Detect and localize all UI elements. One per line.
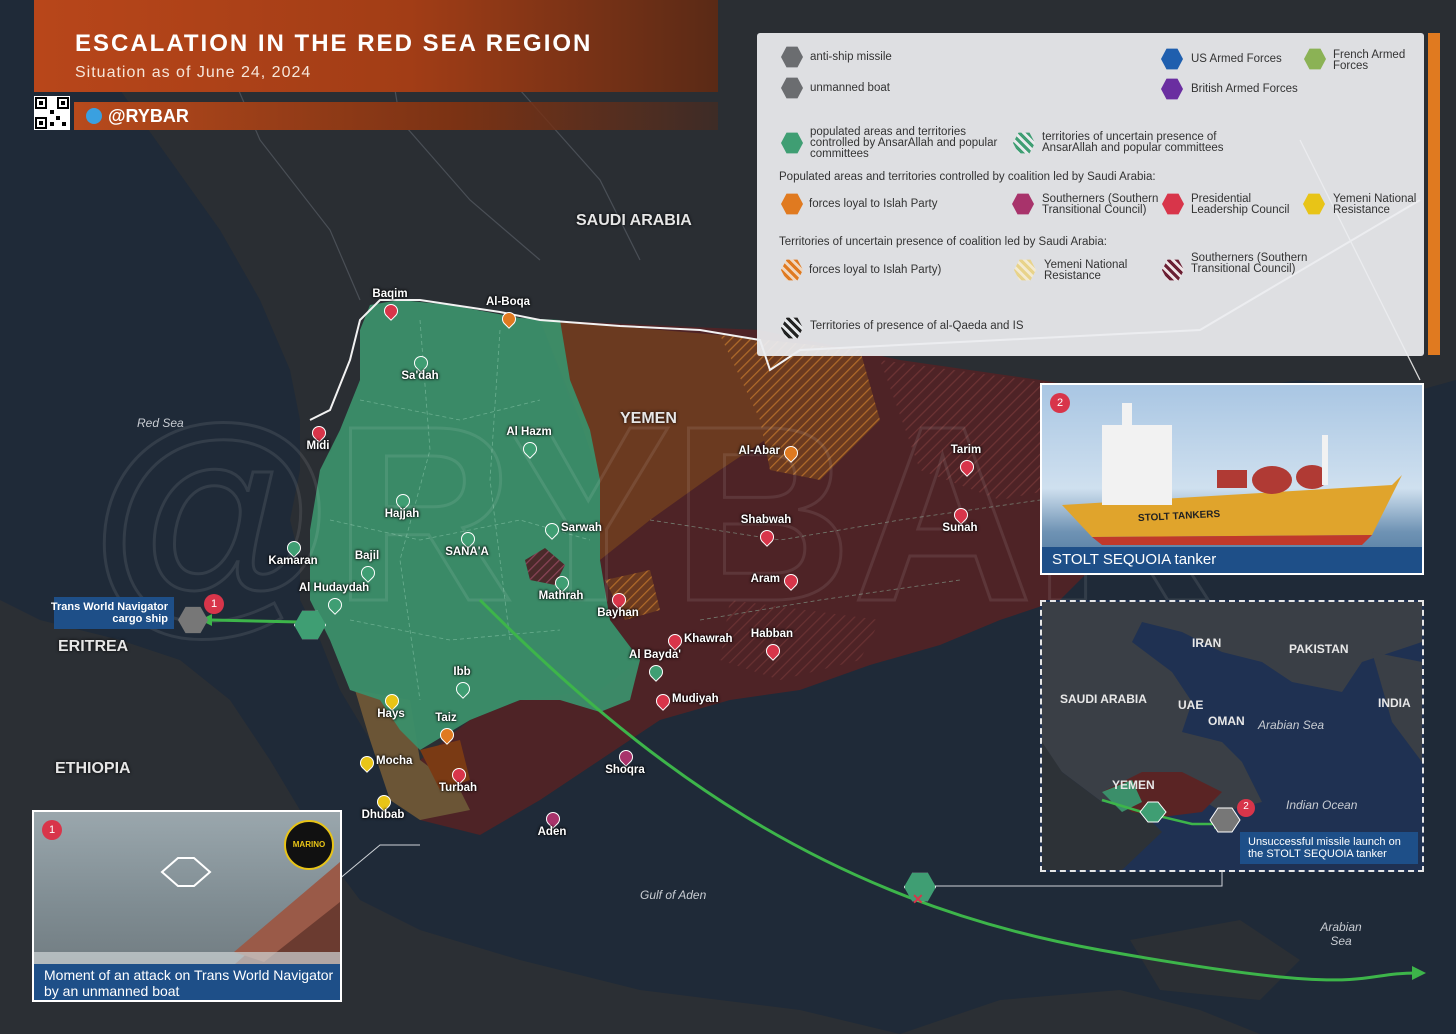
- sea-aden: Gulf of Aden: [640, 888, 707, 902]
- inset-map: IRAN PAKISTAN SAUDI ARABIA UAE OMAN Arab…: [1040, 600, 1424, 872]
- legend-aqap: Territories of presence of al-Qaeda and …: [810, 320, 1024, 332]
- city-label: Kamaran: [268, 555, 318, 567]
- city-label: Mudiyah: [672, 693, 719, 705]
- legend-ynr-uncertain: Yemeni National Resistance: [1044, 259, 1128, 282]
- unmanned-boat-icon: [294, 610, 326, 640]
- inset-route: [1101, 798, 1255, 833]
- city-label: SANA'A: [445, 546, 489, 558]
- ansar-uncertain-legend-icon: [1013, 132, 1035, 154]
- city-label: Dhubab: [361, 809, 405, 821]
- legend-islah-uncertain: forces loyal to Islah Party): [809, 264, 942, 276]
- city-label: Shabwah: [740, 514, 792, 526]
- ynr-legend-icon: [1303, 193, 1325, 215]
- sea-red: Red Sea: [137, 416, 184, 430]
- city-label: Turbah: [438, 782, 478, 794]
- city-label: Bayhan: [597, 607, 639, 619]
- boat-legend-icon: [781, 77, 803, 99]
- city-label: Al Hazm: [506, 426, 552, 438]
- stc-uncertain-legend-icon: [1162, 259, 1184, 281]
- city-label: Habban: [750, 628, 794, 640]
- ynr-uncertain-legend-icon: [1014, 259, 1036, 281]
- telegram-icon[interactable]: [86, 108, 102, 124]
- city-label: Tarim: [950, 444, 982, 456]
- city-label: Al Bayda': [629, 649, 681, 661]
- city-label: Hays: [377, 708, 405, 720]
- country-eritrea: ERITREA: [58, 638, 129, 655]
- inset-caption-box: Unsuccessful missile launch on the STOLT…: [1240, 832, 1418, 864]
- photo2-number: 2: [1050, 393, 1070, 413]
- city-label: Aden: [537, 826, 567, 838]
- marino-badge: MARINO: [284, 820, 334, 870]
- inset-caption: Unsuccessful missile launch on the STOLT…: [1248, 836, 1401, 860]
- boat-route: [211, 618, 301, 624]
- country-ethiopia: ETHIOPIA: [55, 760, 131, 777]
- city-label: Sa'dah: [401, 370, 439, 382]
- photo2-frame[interactable]: STOLT TANKERS 2 STOLT SEQUOIA tanker: [1040, 383, 1424, 575]
- sea-arabian: Arabian Sea: [1320, 920, 1362, 948]
- us-legend-icon: [1161, 48, 1183, 70]
- legend-boat: unmanned boat: [810, 82, 890, 94]
- tanker-photo: [1062, 403, 1402, 545]
- photo1-caption-bar: Moment of an attack on Trans World Navig…: [34, 964, 340, 1000]
- city-label: Ibb: [453, 666, 471, 678]
- photo2-caption-bar: STOLT SEQUOIA tanker: [1042, 547, 1422, 573]
- failed-x-icon: ✕: [912, 891, 924, 907]
- city-label: Midi: [306, 440, 330, 452]
- legend-french: French Armed Forces: [1333, 49, 1406, 72]
- city-label: Mocha: [376, 755, 413, 767]
- city-label: Shoqra: [605, 764, 645, 776]
- city-label: Aram: [750, 573, 780, 585]
- qr-code[interactable]: [34, 96, 70, 130]
- city-label: Taiz: [435, 712, 457, 724]
- city-label: Al-Boqa: [485, 296, 531, 308]
- legend-islah: forces loyal to Islah Party: [809, 198, 938, 210]
- legend-british: British Armed Forces: [1191, 83, 1298, 95]
- ship1-label-box: Trans World Navigator cargo ship: [51, 597, 174, 629]
- boat-event-icon[interactable]: [294, 610, 326, 640]
- country-yemen: YEMEN: [620, 410, 677, 427]
- missile-legend-icon: [781, 46, 803, 68]
- legend-ynr: Yemeni National Resistance: [1333, 193, 1417, 216]
- city-label: Hajjah: [384, 508, 420, 520]
- islah-legend-icon: [781, 193, 803, 215]
- accent-bar: [1428, 33, 1440, 355]
- country-saudi: SAUDI ARABIA: [576, 212, 692, 229]
- photo1-number: 1: [42, 820, 62, 840]
- photo1-caption: Moment of an attack on Trans World Navig…: [44, 967, 334, 999]
- legend-ansar-controlled: populated areas and territories controll…: [810, 126, 998, 160]
- ship1-label: Trans World Navigator cargo ship: [50, 601, 168, 625]
- legend-uncertain-header: Territories of uncertain presence of coa…: [779, 236, 1107, 248]
- photo1-frame[interactable]: 1 MARINO Moment of an attack on Trans Wo…: [32, 810, 342, 1002]
- city-label: Al Hudaydah: [298, 582, 370, 594]
- city-label: Sarwah: [561, 522, 602, 534]
- event1-number: 1: [204, 594, 224, 614]
- stc-legend-icon: [1012, 193, 1034, 215]
- telegram-handle[interactable]: @RYBAR: [108, 106, 189, 127]
- legend-us: US Armed Forces: [1191, 53, 1282, 65]
- city-label: Baqim: [372, 288, 408, 300]
- legend-plc: Presidential Leadership Council: [1191, 193, 1290, 216]
- ansar-legend-icon: [781, 132, 803, 154]
- city-label: Khawrah: [684, 633, 733, 645]
- french-legend-icon: [1304, 48, 1326, 70]
- legend-panel: anti-ship missile unmanned boat US Armed…: [757, 33, 1424, 356]
- inset-number: 2: [1243, 801, 1249, 812]
- aqap-legend-icon: [781, 317, 803, 339]
- legend-stc-uncertain: Southerners (Southern Transitional Counc…: [1191, 252, 1308, 275]
- legend-ansar-uncertain: territories of uncertain presence of Ans…: [1042, 131, 1224, 154]
- city-label: Bajil: [354, 550, 380, 562]
- city-label: Sunah: [942, 522, 978, 534]
- plc-legend-icon: [1162, 193, 1184, 215]
- page-subtitle: Situation as of June 24, 2024: [75, 64, 312, 81]
- legend-missile: anti-ship missile: [810, 51, 892, 63]
- islah-uncertain-legend-icon: [781, 259, 803, 281]
- british-legend-icon: [1161, 78, 1183, 100]
- qr-pattern-icon: [35, 97, 69, 129]
- legend-stc: Southerners (Southern Transitional Counc…: [1042, 193, 1159, 216]
- city-label: Mathrah: [538, 590, 584, 602]
- city-label: Al-Abar: [738, 445, 780, 457]
- page-title: ESCALATION IN THE RED SEA REGION: [75, 30, 593, 57]
- photo2-caption: STOLT SEQUOIA tanker: [1052, 551, 1217, 568]
- legend-coalition-header: Populated areas and territories controll…: [779, 171, 1156, 183]
